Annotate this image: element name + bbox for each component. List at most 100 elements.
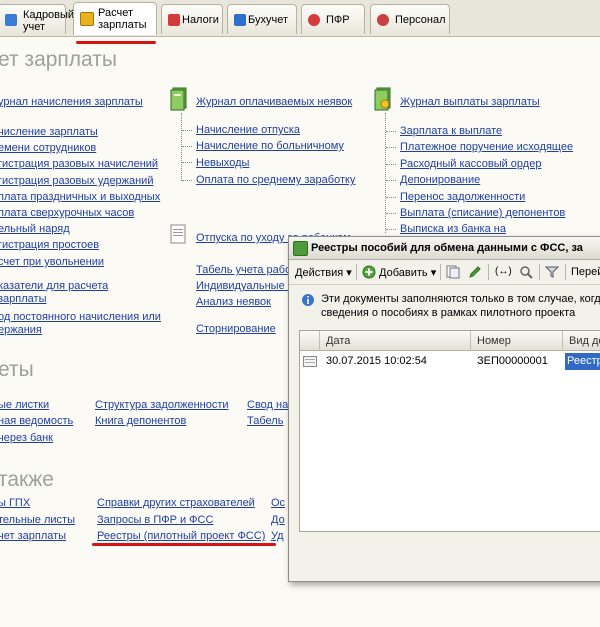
link-timesheet[interactable]: Табель учета рабо — [196, 264, 291, 276]
link-also-ud[interactable]: Уд — [271, 530, 284, 542]
highlight-underline-link — [92, 543, 276, 546]
link-permanent-accrual-2[interactable]: ержания — [0, 324, 42, 336]
tab-personnel[interactable]: Персонал — [370, 4, 450, 34]
dropdown-arrow-icon: ▾ — [430, 267, 437, 279]
tab-payroll[interactable]: Расчет зарплаты — [73, 2, 157, 35]
tree-branch — [386, 213, 396, 214]
edit-pencil-icon[interactable] — [468, 265, 482, 279]
tab-pfr[interactable]: ПФР — [301, 4, 365, 34]
registers-window[interactable]: Реестры пособий для обмена данными с ФСС… — [288, 236, 600, 582]
cell-date: 30.07.2015 10:02:54 — [326, 355, 427, 367]
dropdown-arrow-icon: ▾ — [346, 267, 352, 279]
link-cash-expense-order[interactable]: Расходный кассовый ордер — [400, 158, 541, 170]
toolbar-separator — [356, 264, 357, 280]
link-debt-structure[interactable]: Структура задолженности — [95, 399, 229, 411]
actions-menu-button[interactable]: Действия ▾ — [295, 266, 352, 279]
link-absence-analysis[interactable]: Анализ неявок — [196, 296, 271, 308]
link-reversal[interactable]: Сторнирование — [196, 323, 276, 335]
link-outgoing-payment-order[interactable]: Платежное поручение исходящее — [400, 141, 573, 153]
link-deposit[interactable]: Депонирование — [400, 174, 480, 186]
link-sick-leave-accrual[interactable]: Начисление по больничному — [196, 140, 344, 152]
document-icon — [170, 224, 186, 244]
link-dismissal-calc[interactable]: счет при увольнении — [0, 256, 104, 268]
link-vacation-accrual[interactable]: Начисление отпуска — [196, 124, 300, 136]
link-writ-sheets[interactable]: тельные листы — [0, 514, 75, 526]
link-overtime-pay[interactable]: плата сверхурочных часов — [0, 207, 134, 219]
actions-label: Действия — [295, 267, 344, 279]
tab-accounting[interactable]: Бухучет — [227, 4, 297, 34]
info-text-line-1: Эти документы заполняются только в том с… — [321, 293, 600, 305]
tab-taxes[interactable]: Налоги — [161, 4, 223, 34]
window-titlebar[interactable]: Реестры пособий для обмена данными с ФСС… — [289, 237, 600, 260]
link-individual-schedules[interactable]: Индивидуальные г — [196, 280, 292, 292]
link-downtime[interactable]: гистрация простоев — [0, 239, 99, 251]
section-tab-bar: Кадровый учет Расчет зарплаты Налоги Бух… — [0, 0, 600, 37]
copy-icon[interactable] — [446, 265, 460, 279]
window-toolbar: Действия ▾ Добавить ▾ (↔) Перей — [289, 260, 600, 285]
link-depositor-book[interactable]: Книга депонентов — [95, 415, 186, 427]
refresh-arrows-icon[interactable]: (↔) — [495, 266, 512, 277]
link-payslips[interactable]: ые листки — [0, 399, 49, 411]
link-payroll-accounting[interactable]: чет зарплаты — [0, 530, 66, 542]
link-timesheet-report[interactable]: Табель — [247, 415, 283, 427]
add-label: Добавить — [379, 267, 428, 279]
row-icon-header — [300, 331, 320, 351]
tab-personnel-label: Персонал — [395, 14, 446, 26]
link-debt-transfer[interactable]: Перенос задолженности — [400, 191, 525, 203]
search-icon[interactable] — [519, 265, 533, 279]
link-payroll-calc[interactable]: числение зарплаты — [0, 126, 98, 138]
link-via-bank[interactable]: через банк — [0, 432, 53, 444]
column-header-date[interactable]: Дата — [320, 331, 471, 351]
link-salary-to-pay[interactable]: Зарплата к выплате — [400, 125, 502, 137]
tree-branch — [182, 130, 192, 131]
link-payroll-statement[interactable]: ная ведомость — [0, 415, 73, 427]
link-one-time-accruals[interactable]: гистрация разовых начислений — [0, 158, 158, 170]
link-salary-payment-journal[interactable]: Журнал выплаты зарплаты — [400, 96, 540, 108]
payment-journal-icon — [374, 87, 391, 111]
highlight-underline-tab — [76, 41, 156, 44]
link-pfr-fss-requests[interactable]: Запросы в ПФР и ФСС — [97, 514, 213, 526]
toolbar-separator — [488, 264, 489, 280]
tree-branch — [182, 146, 192, 147]
registers-table: Дата Номер Вид до 30.07.2015 10:02:54 ЗЕ… — [299, 330, 600, 532]
link-holiday-pay[interactable]: плата праздничных и выходных — [0, 191, 160, 203]
link-permanent-accrual[interactable]: од постоянного начисления или — [0, 311, 161, 323]
link-paid-absences-journal[interactable]: Журнал оплачиваемых неявок — [196, 96, 352, 108]
taxes-icon — [168, 14, 180, 26]
tab-payroll-label: Расчет зарплаты — [98, 7, 147, 31]
tree-branch — [386, 197, 396, 198]
link-also-do[interactable]: До — [271, 514, 285, 526]
link-payroll-journal[interactable]: урнал начисления зарплаты — [0, 96, 143, 108]
link-payroll-indicators[interactable]: казатели для расчета — [0, 280, 108, 292]
journal-book-icon — [170, 87, 187, 111]
column-header-kind[interactable]: Вид до — [563, 331, 600, 351]
window-icon — [293, 241, 308, 256]
toolbar-separator — [565, 264, 566, 280]
tree-branch — [386, 164, 396, 165]
tree-line — [181, 113, 182, 181]
link-bank-statement[interactable]: Выписка из банка на — [400, 223, 506, 235]
add-button[interactable]: Добавить ▾ — [379, 266, 436, 279]
link-average-earnings-pay[interactable]: Оплата по среднему заработку — [196, 174, 355, 186]
link-gph-contracts[interactable]: ы ГПХ — [0, 497, 30, 509]
link-one-time-deductions[interactable]: гистрация разовых удержаний — [0, 175, 153, 187]
link-depositor-payout[interactable]: Выплата (списание) депонентов — [400, 207, 565, 219]
link-fss-pilot-registers[interactable]: Реестры (пилотный проект ФСС) — [97, 530, 265, 542]
tab-pfr-label: ПФР — [326, 14, 350, 26]
column-header-number[interactable]: Номер — [471, 331, 563, 351]
link-piecework[interactable]: ельный наряд — [0, 223, 70, 235]
tab-taxes-label: Налоги — [182, 14, 219, 26]
tab-hr[interactable]: Кадровый учет — [0, 4, 74, 34]
info-icon — [302, 294, 314, 306]
link-employee-time[interactable]: емени сотрудников — [0, 142, 96, 154]
go-to-button[interactable]: Перей — [571, 266, 600, 278]
link-summary[interactable]: Свод на — [247, 399, 288, 411]
link-other-insurers-certs[interactable]: Справки других страхователей — [97, 497, 255, 509]
link-payroll-indicators-2[interactable]: зарплаты — [0, 293, 46, 305]
tab-hr-label: Кадровый учет — [23, 9, 75, 33]
accounting-icon — [234, 14, 246, 26]
filter-icon[interactable] — [545, 265, 559, 279]
link-also-os[interactable]: Ос — [271, 497, 285, 509]
link-absences[interactable]: Невыходы — [196, 157, 249, 169]
add-icon — [362, 265, 376, 279]
